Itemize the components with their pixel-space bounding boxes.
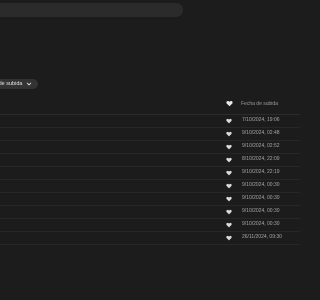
search-input[interactable] (0, 3, 183, 17)
heart-icon[interactable] (226, 235, 232, 241)
heart-icon[interactable] (226, 196, 232, 202)
column-header-upload-date[interactable]: Fecha de subida (241, 101, 278, 107)
chevron-down-icon (27, 82, 32, 86)
table-row[interactable]: 9/10/2024, 00:30 (0, 219, 300, 232)
table-row[interactable]: 7/10/2024, 19:06 (0, 115, 300, 128)
upload-date: 9/10/2024, 02:48 (242, 130, 280, 136)
upload-date: 7/10/2024, 19:06 (242, 117, 280, 123)
upload-date: 9/10/2024, 00:30 (242, 182, 280, 188)
heart-icon[interactable] (226, 118, 232, 124)
sort-dropdown[interactable]: a de subida (0, 79, 39, 89)
table-row[interactable]: 9/10/2024, 00:30 (0, 206, 300, 219)
sort-dropdown-label: a de subida (0, 81, 23, 87)
table-body: 7/10/2024, 19:06 9/10/2024, 02:48 9/10/2… (0, 115, 300, 245)
heart-icon[interactable] (226, 222, 232, 228)
table-row[interactable]: 26/11/2024, 09:30 (0, 232, 300, 245)
table-row[interactable]: 9/10/2024, 00:30 (0, 193, 300, 206)
upload-date: 9/10/2024, 00:30 (242, 221, 280, 227)
upload-date: 8/10/2024, 22:09 (242, 156, 280, 162)
upload-date: 26/11/2024, 09:30 (242, 234, 282, 240)
heart-icon[interactable] (226, 100, 233, 107)
table-row[interactable]: 9/10/2024, 02:48 (0, 128, 300, 141)
heart-icon[interactable] (226, 183, 232, 189)
upload-date: 9/10/2024, 02:52 (242, 143, 280, 149)
heart-icon[interactable] (226, 170, 232, 176)
heart-icon[interactable] (226, 131, 232, 137)
upload-date: 9/10/2024, 22:19 (242, 169, 280, 175)
table-row[interactable]: 8/10/2024, 22:09 (0, 154, 300, 167)
heart-icon[interactable] (226, 157, 232, 163)
upload-date: 9/10/2024, 00:30 (242, 208, 280, 214)
heart-icon[interactable] (226, 144, 232, 150)
table-row[interactable]: 9/10/2024, 22:19 (0, 167, 300, 180)
table-row[interactable]: 9/10/2024, 02:52 (0, 141, 300, 154)
library-page: a de subida Fecha de subida 7/10/2024, 1… (0, 0, 300, 300)
heart-icon[interactable] (226, 209, 232, 215)
upload-date: 9/10/2024, 00:30 (242, 195, 280, 201)
table-header: Fecha de subida (0, 96, 300, 114)
table-row[interactable]: 9/10/2024, 00:30 (0, 180, 300, 193)
